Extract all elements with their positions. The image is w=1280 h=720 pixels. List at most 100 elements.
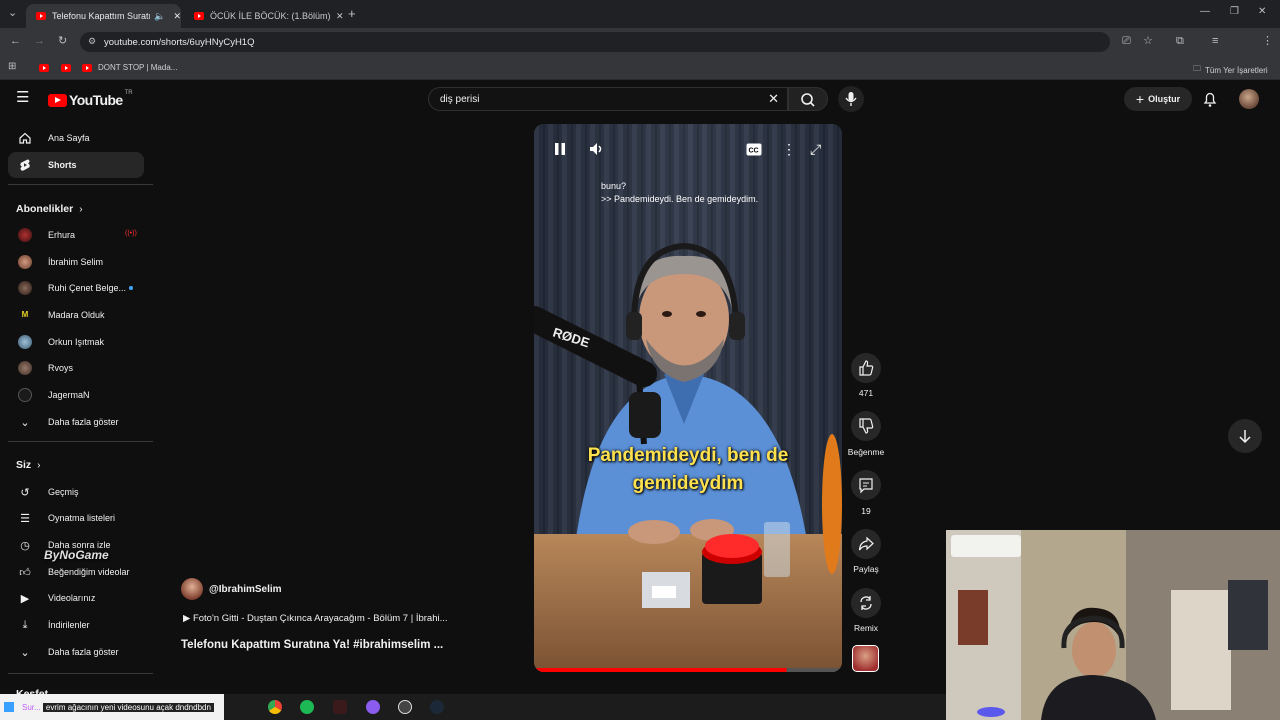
- tab-search-icon[interactable]: ⌄: [8, 8, 17, 19]
- subscription-madara-olduk[interactable]: M Madara Olduk: [8, 302, 144, 328]
- obs-taskbar-icon[interactable]: [398, 700, 412, 714]
- new-tab-icon[interactable]: +: [348, 7, 356, 20]
- bookmark-label: DONT STOP | Mada...: [98, 63, 178, 72]
- youtube-favicon-icon: [194, 12, 204, 20]
- sidebar-item-your-videos[interactable]: ▶ Videolarınız: [8, 585, 144, 611]
- burned-in-caption: Pandemideydi, ben de gemideydim: [534, 442, 842, 498]
- notifications-bell-icon[interactable]: [1202, 90, 1218, 108]
- channel-avatar: M: [18, 308, 32, 322]
- next-short-button[interactable]: [1228, 419, 1262, 453]
- tab-label: ÖCÜK İLE BÖCÜK: (1.Bölüm) -: [210, 11, 330, 21]
- clear-search-icon[interactable]: ✕: [768, 91, 779, 107]
- cast-icon[interactable]: ⎚: [1122, 36, 1131, 47]
- browser-menu-icon[interactable]: ⋮: [1262, 36, 1273, 47]
- show-more-subscriptions[interactable]: ⌄ Daha fazla göster: [8, 409, 144, 435]
- back-icon[interactable]: ←: [10, 36, 21, 47]
- remix-button[interactable]: [851, 588, 881, 618]
- discord-taskbar-icon[interactable]: [366, 700, 380, 714]
- bookmark-star-icon[interactable]: ☆: [1143, 36, 1153, 47]
- browser-tab-strip: ⌄ Telefonu Kapattım Suratına 🔈 ✕ ÖCÜK İL…: [0, 0, 1280, 28]
- account-avatar[interactable]: [1239, 89, 1259, 109]
- close-window-icon[interactable]: ✕: [1258, 7, 1266, 17]
- reload-icon[interactable]: ↻: [58, 36, 67, 47]
- you-section-header[interactable]: Siz ›: [16, 459, 41, 471]
- subscription-rvoys[interactable]: Rvoys: [8, 355, 144, 381]
- tab-telefonu[interactable]: Telefonu Kapattım Suratına 🔈 ✕: [26, 4, 181, 28]
- subscription-orkun-isitmak[interactable]: Orkun Işıtmak: [8, 329, 144, 355]
- media-control-icon[interactable]: ≡: [1212, 36, 1218, 47]
- extensions-icon[interactable]: ⧉: [1176, 36, 1184, 47]
- sound-source-thumbnail[interactable]: [852, 645, 879, 672]
- search-input[interactable]: diş perisi ✕: [428, 87, 788, 111]
- youtube-logo[interactable]: YouTube TR: [48, 90, 133, 108]
- search-button[interactable]: [788, 87, 828, 111]
- dislike-button[interactable]: [851, 411, 881, 441]
- apps-grid-icon[interactable]: ⊞: [8, 62, 16, 72]
- spotify-taskbar-icon[interactable]: [300, 700, 314, 714]
- address-bar[interactable]: ⚙ youtube.com/shorts/6uyHNyCyH1Q: [80, 32, 1110, 52]
- youtube-bookmark-icon[interactable]: [61, 64, 71, 72]
- shorts-icon: [20, 159, 30, 171]
- like-button[interactable]: [851, 353, 881, 383]
- pause-button[interactable]: [553, 141, 567, 157]
- comments-button[interactable]: [851, 470, 881, 500]
- all-bookmarks[interactable]: 🗀 Tüm Yer İşaretleri: [1193, 63, 1268, 77]
- video-progress-fill: [534, 668, 787, 672]
- bookmark-dont-stop[interactable]: DONT STOP | Mada...: [82, 63, 177, 72]
- streamer-webcam: [946, 530, 1280, 720]
- related-video-link[interactable]: ▶ Foto'n Gitti - Duştan Çıkınca Arayacağ…: [183, 613, 448, 624]
- steam-taskbar-icon[interactable]: [430, 700, 444, 714]
- remix-icon: [860, 596, 872, 610]
- tab-ocuk[interactable]: ÖCÜK İLE BÖCÜK: (1.Bölüm) - ✕: [184, 4, 344, 28]
- start-menu-icon[interactable]: [4, 702, 14, 712]
- channel-row[interactable]: @IbrahimSelim: [181, 578, 282, 600]
- subscription-jagerman[interactable]: JagermaN: [8, 382, 144, 408]
- captions-button[interactable]: CC: [746, 143, 762, 156]
- mute-tab-icon[interactable]: 🔈: [154, 11, 165, 22]
- show-more-you[interactable]: ⌄ Daha fazla göster: [8, 639, 144, 665]
- sidebar-item-home[interactable]: Ana Sayfa: [8, 125, 144, 151]
- chrome-taskbar-icon[interactable]: [268, 700, 282, 714]
- history-icon: ↺: [20, 486, 30, 499]
- channel-avatar: [18, 361, 32, 375]
- create-button[interactable]: + Oluştur: [1124, 87, 1192, 111]
- more-options-icon[interactable]: ⋮: [782, 141, 796, 158]
- fullscreen-icon[interactable]: ⤢: [810, 141, 821, 158]
- site-info-icon[interactable]: ⚙: [88, 36, 96, 47]
- sidebar-item-liked-videos[interactable]: 👍︎ Beğendiğim videolar: [8, 559, 144, 585]
- subscription-ruhi-cenet[interactable]: Ruhi Çenet Belge...: [8, 275, 144, 301]
- closed-captions-icon: CC: [746, 143, 762, 156]
- subscription-label: Ruhi Çenet Belge...: [48, 283, 127, 293]
- hamburger-menu-icon[interactable]: ☰: [16, 90, 29, 105]
- restore-icon[interactable]: ❐: [1230, 7, 1239, 17]
- close-tab-icon[interactable]: ✕: [173, 11, 181, 22]
- video-title: Telefonu Kapattım Suratına Ya! #ibrahims…: [181, 639, 444, 651]
- sidebar-item-shorts[interactable]: Shorts: [8, 152, 144, 178]
- sidebar-item-label: Beğendiğim videolar: [48, 567, 130, 577]
- close-tab-icon[interactable]: ✕: [336, 11, 344, 22]
- share-button[interactable]: [851, 529, 881, 559]
- voice-search-button[interactable]: [838, 86, 864, 112]
- region-code: TR: [124, 90, 133, 96]
- volume-icon: [590, 143, 602, 155]
- playlist-icon: ☰: [20, 512, 30, 525]
- channel-avatar: [18, 255, 32, 269]
- like-count: 471: [858, 388, 874, 398]
- home-icon: [19, 132, 31, 144]
- volume-button[interactable]: [588, 141, 604, 157]
- you-title: Siz: [16, 459, 32, 471]
- app-taskbar-icon[interactable]: [333, 700, 347, 714]
- webcam-feed: [946, 530, 1280, 720]
- subscriptions-header[interactable]: Abonelikler ›: [16, 203, 83, 215]
- search-query: diş perisi: [440, 93, 480, 105]
- shorts-video-player[interactable]: RØDE: [534, 124, 842, 672]
- sidebar-item-history[interactable]: ↺ Geçmiş: [8, 479, 144, 505]
- minimize-icon[interactable]: —: [1200, 7, 1210, 17]
- forward-icon[interactable]: →: [34, 36, 45, 47]
- sidebar-item-playlists[interactable]: ☰ Oynatma listeleri: [8, 505, 144, 531]
- play-triangle-icon: ▶: [183, 613, 191, 624]
- subscription-erhura[interactable]: Erhura ((•)): [8, 222, 144, 248]
- sidebar-item-downloads[interactable]: ⤓ İndirilenler: [8, 612, 144, 638]
- youtube-bookmark-icon[interactable]: [39, 64, 49, 72]
- subscription-ibrahim-selim[interactable]: İbrahim Selim: [8, 249, 144, 275]
